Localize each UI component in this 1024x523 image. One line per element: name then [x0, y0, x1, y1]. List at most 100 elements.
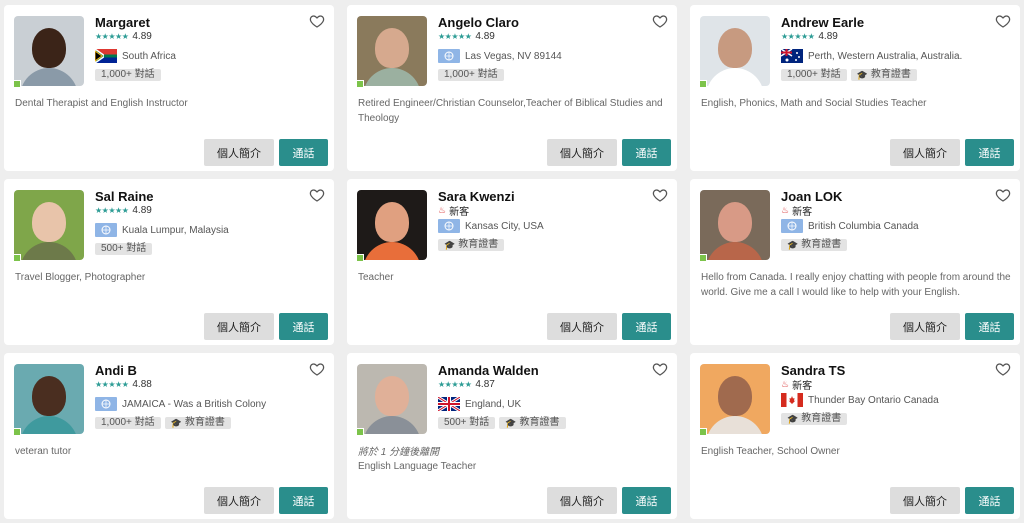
- call-button[interactable]: 通話: [965, 313, 1014, 340]
- tutor-description: Hello from Canada. I really enjoy chatti…: [701, 272, 1011, 298]
- certificate-badge: 🎓 教育證書: [499, 417, 566, 429]
- favorite-heart-icon[interactable]: [652, 13, 668, 29]
- country-flag-icon: [781, 49, 803, 63]
- tutor-card[interactable]: Andi B ★★★★★ 4.88 JAMAICA - Was a British C…: [4, 353, 334, 519]
- favorite-heart-icon[interactable]: [995, 13, 1011, 29]
- call-button[interactable]: 通話: [622, 487, 671, 514]
- profile-button[interactable]: 個人簡介: [204, 313, 274, 340]
- tutor-avatar[interactable]: [700, 16, 770, 86]
- profile-button[interactable]: 個人簡介: [890, 139, 960, 166]
- country-flag-icon: [438, 219, 460, 233]
- tutor-avatar[interactable]: [14, 190, 84, 260]
- favorite-heart-icon[interactable]: [995, 361, 1011, 377]
- tutor-card[interactable]: Sara Kwenzi ♨ 新客 Kansas City, USA 🎓 教育證書 Teach…: [347, 179, 677, 345]
- tutor-name[interactable]: Amanda Walden: [438, 363, 539, 378]
- badges-row: 1,000+ 對話 🎓 教育證書: [95, 417, 231, 429]
- tutor-avatar[interactable]: [14, 364, 84, 434]
- tutor-avatar[interactable]: [357, 16, 427, 86]
- tutor-card[interactable]: Angelo Claro ★★★★★ 4.89 Las Vegas, NV 89144…: [347, 5, 677, 171]
- tutor-card[interactable]: Amanda Walden ★★★★★ 4.87 England, UK 500+ 對話…: [347, 353, 677, 519]
- country-flag-icon: [781, 219, 803, 233]
- online-status-indicator: [356, 428, 364, 436]
- location-text: JAMAICA - Was a British Colony: [122, 398, 267, 410]
- tutor-name[interactable]: Andi B: [95, 363, 137, 378]
- country-flag-icon: [95, 49, 117, 63]
- graduation-cap-icon: 🎓: [856, 70, 868, 80]
- profile-button[interactable]: 個人簡介: [890, 487, 960, 514]
- favorite-heart-icon[interactable]: [652, 187, 668, 203]
- online-status-indicator: [699, 254, 707, 262]
- call-button[interactable]: 通話: [279, 139, 328, 166]
- tutor-name[interactable]: Sara Kwenzi: [438, 189, 515, 204]
- tutor-name[interactable]: Sal Raine: [95, 189, 154, 204]
- tutor-card[interactable]: Sal Raine ★★★★★ 4.89 Kuala Lumpur, Malaysia…: [4, 179, 334, 345]
- profile-button[interactable]: 個人簡介: [204, 487, 274, 514]
- tutor-avatar[interactable]: [700, 364, 770, 434]
- location-text: Thunder Bay Ontario Canada: [808, 394, 939, 406]
- rating-row: ★★★★★ 4.87: [438, 378, 495, 390]
- new-tutor-badge: ♨ 新客: [781, 378, 812, 392]
- rating-value: 4.89: [132, 204, 152, 216]
- graduation-cap-icon: 🎓: [787, 240, 799, 250]
- call-button[interactable]: 通話: [279, 487, 328, 514]
- graduation-cap-icon: 🎓: [170, 418, 182, 428]
- country-flag-icon: [95, 397, 117, 411]
- tutor-card[interactable]: Andrew Earle ★★★★★ 4.89 Perth, Western Aust…: [690, 5, 1020, 171]
- country-flag-icon: [95, 223, 117, 237]
- call-button[interactable]: 通話: [279, 313, 328, 340]
- call-button[interactable]: 通話: [622, 139, 671, 166]
- location-row: British Columbia Canada: [781, 219, 919, 233]
- favorite-heart-icon[interactable]: [309, 13, 325, 29]
- star-rating-icon: ★★★★★: [438, 31, 472, 41]
- tutor-card[interactable]: Margaret ★★★★★ 4.89 South Africa 1,000+ 對話 De…: [4, 5, 334, 171]
- rating-value: 4.87: [475, 378, 495, 390]
- location-text: Perth, Western Australia, Australia.: [808, 50, 963, 62]
- tutor-avatar[interactable]: [14, 16, 84, 86]
- tutor-grid: Margaret ★★★★★ 4.89 South Africa 1,000+ 對話 De…: [4, 5, 1020, 521]
- favorite-heart-icon[interactable]: [652, 361, 668, 377]
- badges-row: 1,000+ 對話 🎓 教育證書: [781, 69, 917, 81]
- profile-button[interactable]: 個人簡介: [547, 487, 617, 514]
- tutor-avatar[interactable]: [700, 190, 770, 260]
- star-rating-icon: ★★★★★: [781, 31, 815, 41]
- call-button[interactable]: 通話: [965, 139, 1014, 166]
- location-text: British Columbia Canada: [808, 220, 919, 232]
- location-text: Las Vegas, NV 89144: [465, 50, 562, 62]
- profile-button[interactable]: 個人簡介: [547, 139, 617, 166]
- call-button[interactable]: 通話: [965, 487, 1014, 514]
- location-row: Kuala Lumpur, Malaysia: [95, 223, 229, 237]
- calls-count-badge: 1,000+ 對話: [95, 417, 161, 429]
- call-button[interactable]: 通話: [622, 313, 671, 340]
- badges-row: 500+ 對話: [95, 243, 153, 255]
- online-status-indicator: [13, 428, 21, 436]
- profile-button[interactable]: 個人簡介: [547, 313, 617, 340]
- tutor-card[interactable]: Joan LOK ♨ 新客 British Columbia Canada 🎓 教育證書 H…: [690, 179, 1020, 345]
- favorite-heart-icon[interactable]: [309, 361, 325, 377]
- new-flame-icon: ♨: [781, 379, 790, 389]
- tutor-name[interactable]: Angelo Claro: [438, 15, 519, 30]
- country-flag-icon: [781, 393, 803, 407]
- online-status-indicator: [13, 254, 21, 262]
- location-row: Kansas City, USA: [438, 219, 544, 233]
- badges-row: 🎓 教育證書: [781, 239, 848, 251]
- certificate-label: 教育證書: [458, 239, 499, 250]
- location-text: England, UK: [465, 398, 522, 410]
- tutor-avatar[interactable]: [357, 364, 427, 434]
- profile-button[interactable]: 個人簡介: [890, 313, 960, 340]
- graduation-cap-icon: 🎓: [444, 240, 456, 250]
- rating-row: ★★★★★ 4.89: [438, 30, 495, 42]
- favorite-heart-icon[interactable]: [309, 187, 325, 203]
- tutor-name[interactable]: Andrew Earle: [781, 15, 864, 30]
- tutor-name[interactable]: Sandra TS: [781, 363, 845, 378]
- tutor-card[interactable]: Sandra TS ♨ 新客 Thunder Bay Ontario Canada 🎓 教…: [690, 353, 1020, 519]
- tutor-name[interactable]: Joan LOK: [781, 189, 842, 204]
- rating-row: ★★★★★ 4.89: [781, 30, 838, 42]
- location-row: Perth, Western Australia, Australia.: [781, 49, 962, 63]
- certificate-badge: 🎓 教育證書: [781, 413, 848, 425]
- online-status-indicator: [699, 80, 707, 88]
- profile-button[interactable]: 個人簡介: [204, 139, 274, 166]
- favorite-heart-icon[interactable]: [995, 187, 1011, 203]
- tutor-avatar[interactable]: [357, 190, 427, 260]
- new-label: 新客: [792, 207, 813, 218]
- tutor-name[interactable]: Margaret: [95, 15, 150, 30]
